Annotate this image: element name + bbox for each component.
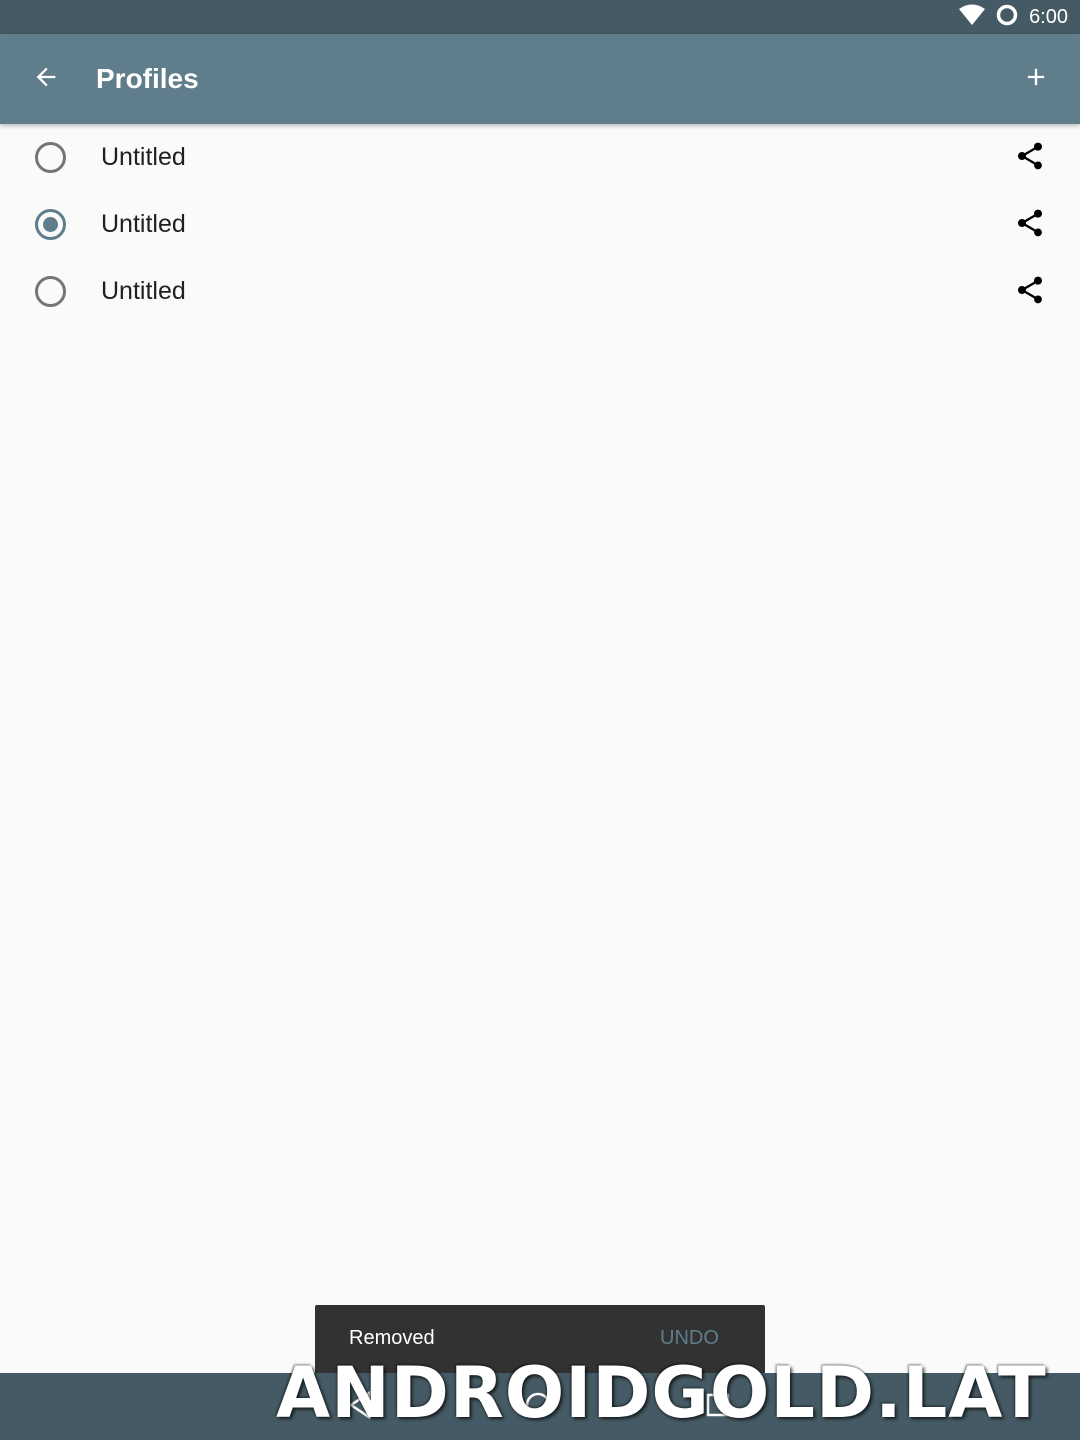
arrow-back-icon (32, 63, 60, 96)
page-title: Profiles (96, 63, 199, 94)
back-button[interactable] (22, 55, 70, 103)
share-button[interactable] (1010, 138, 1050, 178)
share-icon (1014, 140, 1046, 177)
profile-item[interactable]: Untitled (0, 191, 1080, 258)
profile-label: Untitled (101, 210, 186, 238)
share-button[interactable] (1010, 272, 1050, 312)
profile-radio[interactable] (35, 142, 66, 173)
share-icon (1014, 207, 1046, 244)
profile-radio[interactable] (35, 209, 66, 240)
app-bar: Profiles (0, 34, 1080, 124)
add-profile-button[interactable] (1012, 55, 1060, 103)
sync-icon (995, 3, 1019, 32)
status-icons: 6:00 (959, 0, 1068, 34)
profile-item[interactable]: Untitled (0, 258, 1080, 325)
profile-label: Untitled (101, 277, 186, 305)
radio-selected-dot (43, 217, 58, 232)
wifi-icon (959, 4, 986, 31)
status-bar: 6:00 (0, 0, 1080, 34)
profile-radio[interactable] (35, 276, 66, 307)
snackbar-message: Removed (349, 1327, 435, 1349)
profile-list: Untitled Untitled Untitled (0, 124, 1080, 325)
profile-label: Untitled (101, 143, 186, 171)
watermark-text: ANDROIDGOLD.LAT (276, 1352, 1047, 1434)
profile-item[interactable]: Untitled (0, 124, 1080, 191)
share-button[interactable] (1010, 205, 1050, 245)
undo-button[interactable]: UNDO (660, 1327, 719, 1350)
plus-icon (1022, 63, 1050, 96)
status-time: 6:00 (1029, 5, 1068, 28)
share-icon (1014, 274, 1046, 311)
